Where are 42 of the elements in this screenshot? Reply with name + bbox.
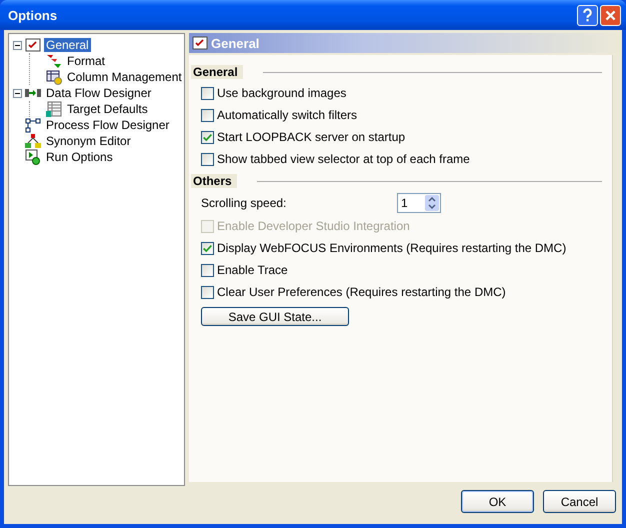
checkbox[interactable] xyxy=(201,242,214,254)
checkbox-label: Automatically switch filters xyxy=(217,108,358,122)
tree-item[interactable]: Target Defaults xyxy=(65,102,150,116)
window-title: Options xyxy=(8,8,58,22)
checkbox-label: Start LOOPBACK server on startup xyxy=(217,130,406,144)
tree-item[interactable]: Run Options xyxy=(44,150,115,164)
checkbox-label: Use background images xyxy=(217,86,346,100)
collapse-icon[interactable] xyxy=(13,40,22,50)
tree-item[interactable]: Synonym Editor xyxy=(44,134,133,148)
ok-button[interactable]: OK xyxy=(461,490,534,513)
checkbox[interactable] xyxy=(201,86,214,100)
checkbox-label: Enable Developer Studio Integration xyxy=(217,219,410,233)
tree-item[interactable]: Column Management xyxy=(65,70,184,84)
checkbox[interactable] xyxy=(201,264,214,276)
tree-item[interactable]: Format xyxy=(65,54,108,68)
up-down-arrows-icon[interactable] xyxy=(425,195,439,211)
close-button[interactable] xyxy=(600,4,621,26)
help-button[interactable] xyxy=(577,4,598,26)
spinner-field[interactable]: 1 xyxy=(397,193,441,213)
checklist-window-icon xyxy=(192,35,208,51)
tree-item[interactable]: General xyxy=(44,38,91,52)
panel-title: General xyxy=(211,36,260,50)
field-label: Scrolling speed: xyxy=(201,196,288,210)
checklist-window-icon xyxy=(25,37,41,53)
checkbox-label: Show tabbed view selector at top of each frame xyxy=(217,152,470,166)
save-gui-state-button[interactable]: Save GUI State... xyxy=(201,307,349,326)
checkbox-label: Display WebFOCUS Environments (Requires restarting the DMC) xyxy=(217,241,566,255)
group-heading: Others xyxy=(191,174,237,188)
group-heading: General xyxy=(191,65,243,79)
tree-item[interactable]: Process Flow Designer xyxy=(44,118,172,132)
collapse-icon[interactable] xyxy=(13,88,22,98)
hierarchy-icon xyxy=(25,133,41,149)
cancel-button[interactable]: Cancel xyxy=(543,490,616,513)
checkbox[interactable] xyxy=(201,286,214,298)
table-icon xyxy=(46,101,62,117)
flowchart-icon xyxy=(25,117,41,133)
checkbox-label: Enable Trace xyxy=(217,263,288,277)
checkbox[interactable] xyxy=(201,152,214,166)
checkbox[interactable] xyxy=(201,108,214,122)
checkbox[interactable] xyxy=(201,130,214,144)
tree-item[interactable]: Data Flow Designer xyxy=(44,86,154,100)
checkbox-label: Clear User Preferences (Requires restarting the DMC) xyxy=(217,285,506,299)
